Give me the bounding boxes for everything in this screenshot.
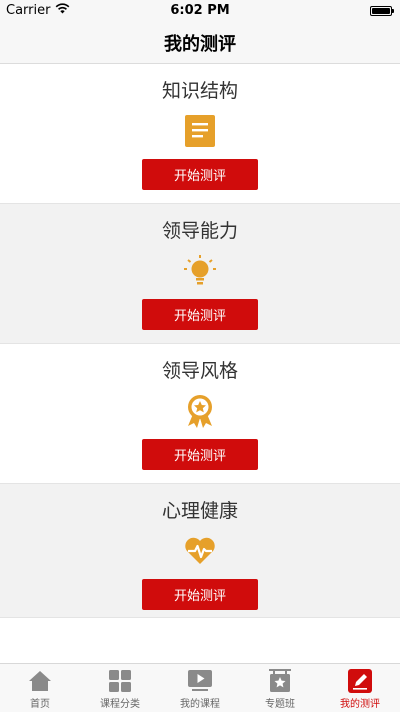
tab-home[interactable]: 首页: [0, 664, 80, 712]
assessment-title: 心理健康: [161, 500, 238, 522]
tab-special-class[interactable]: 专题班: [240, 664, 320, 712]
assessment-title: 知识结构: [161, 80, 238, 102]
tab-label: 专题班: [265, 699, 295, 710]
home-icon: [28, 669, 52, 693]
tab-my-courses[interactable]: 我的课程: [160, 664, 240, 712]
assessment-card-knowledge: 知识结构 开始测评: [0, 64, 400, 204]
battery-icon: [370, 6, 394, 16]
star-board-icon: [268, 669, 292, 693]
tab-label: 我的测评: [340, 699, 380, 710]
tab-my-assessment[interactable]: 我的测评: [320, 664, 400, 712]
grid-icon: [108, 669, 132, 693]
start-assessment-button[interactable]: 开始测评: [142, 439, 258, 470]
start-assessment-button[interactable]: 开始测评: [142, 159, 258, 190]
play-icon: [188, 669, 212, 693]
assessment-title: 领导风格: [161, 360, 238, 382]
start-assessment-button[interactable]: 开始测评: [142, 299, 258, 330]
edit-icon: [348, 669, 372, 693]
nav-bar: 我的测评: [0, 22, 400, 64]
clock: 6:02 PM: [170, 3, 230, 18]
medal-icon: [183, 394, 217, 428]
document-icon: [183, 114, 217, 148]
lightbulb-icon: [183, 254, 217, 288]
tab-course-categories[interactable]: 课程分类: [80, 664, 160, 712]
tab-bar: 首页 课程分类 我的课程 专题班 我的测评: [0, 663, 400, 712]
assessment-card-mental-health: 心理健康 开始测评: [0, 484, 400, 618]
assessment-card-leadership-style: 领导风格 开始测评: [0, 344, 400, 484]
assessment-title: 领导能力: [161, 220, 238, 242]
start-assessment-button[interactable]: 开始测评: [142, 579, 258, 610]
tab-label: 首页: [30, 699, 50, 710]
page-title: 我的测评: [164, 33, 236, 55]
tab-label: 我的课程: [180, 699, 220, 710]
assessment-list: 知识结构 开始测评 领导能力 开始测评 领导风格 开始测评 心理健康 开始测评: [0, 64, 400, 618]
assessment-card-leadership-ability: 领导能力 开始测评: [0, 204, 400, 344]
heart-pulse-icon: [183, 534, 217, 568]
status-bar: Carrier 6:02 PM: [0, 0, 400, 22]
tab-label: 课程分类: [100, 699, 140, 710]
